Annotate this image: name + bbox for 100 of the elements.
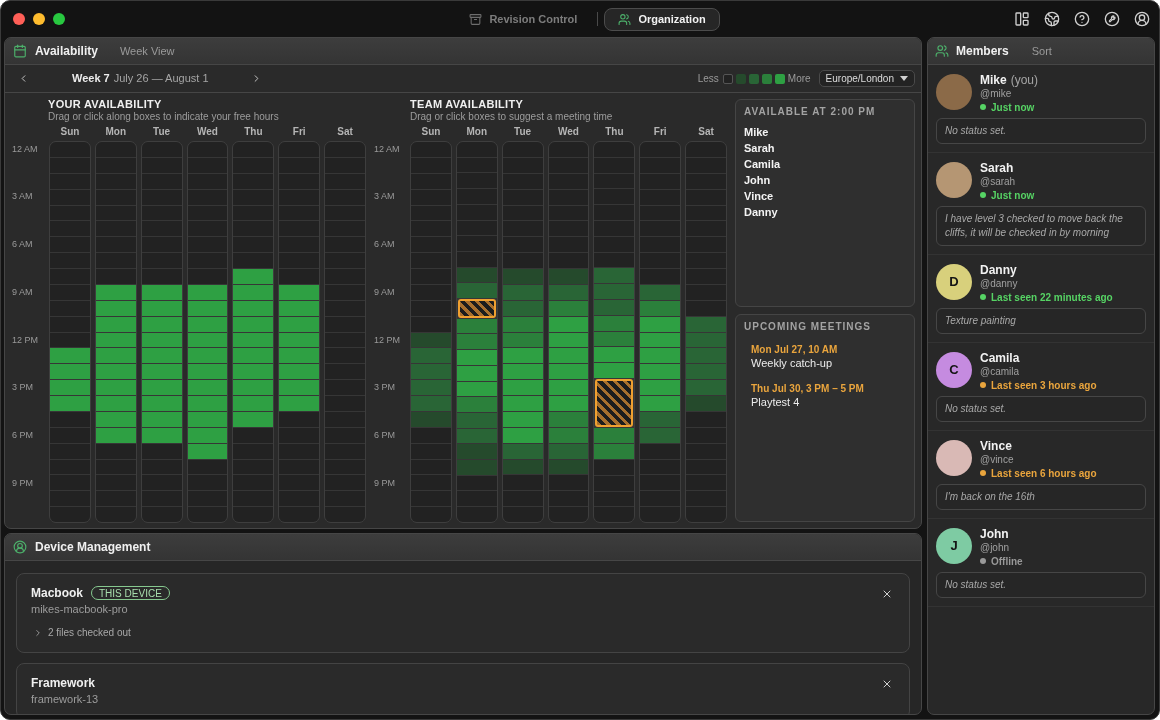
availability-slot[interactable] — [187, 221, 228, 237]
availability-slot[interactable] — [233, 491, 274, 507]
team-slot[interactable] — [640, 221, 681, 237]
team-slot[interactable] — [548, 142, 589, 157]
availability-slot[interactable] — [95, 284, 136, 300]
availability-slot[interactable] — [233, 157, 274, 173]
team-slot[interactable] — [502, 443, 543, 459]
team-slot[interactable] — [594, 491, 635, 507]
availability-slot[interactable] — [141, 269, 182, 284]
team-slot[interactable] — [594, 221, 635, 236]
team-slot[interactable] — [640, 157, 681, 173]
availability-slot[interactable] — [141, 284, 182, 300]
availability-slot[interactable] — [187, 269, 228, 284]
help-icon[interactable] — [1074, 11, 1090, 27]
availability-slot[interactable] — [141, 173, 182, 189]
team-slot[interactable] — [502, 332, 543, 348]
team-slot[interactable] — [594, 189, 635, 205]
team-slot[interactable] — [686, 348, 726, 364]
team-slot[interactable] — [456, 365, 497, 381]
availability-slot[interactable] — [141, 491, 182, 507]
sort-button[interactable]: Sort — [1031, 42, 1052, 60]
availability-slot[interactable] — [279, 396, 320, 411]
availability-slot[interactable] — [279, 157, 320, 173]
availability-slot[interactable] — [141, 300, 182, 316]
availability-slot[interactable] — [233, 443, 274, 459]
team-slot[interactable] — [640, 173, 681, 189]
team-slot[interactable] — [502, 189, 543, 205]
availability-slot[interactable] — [279, 380, 320, 395]
availability-slot[interactable] — [279, 300, 320, 316]
team-slot[interactable] — [456, 236, 497, 251]
team-slot[interactable] — [594, 347, 635, 363]
team-slot[interactable] — [502, 173, 543, 189]
team-slot[interactable] — [640, 443, 681, 459]
team-slot[interactable] — [548, 332, 589, 348]
availability-slot[interactable] — [95, 189, 136, 205]
availability-slot[interactable] — [233, 332, 274, 348]
availability-slot[interactable] — [95, 332, 136, 348]
availability-slot[interactable] — [95, 427, 136, 443]
availability-slot[interactable] — [233, 316, 274, 332]
team-slot[interactable] — [548, 157, 589, 173]
availability-slot[interactable] — [95, 364, 136, 380]
availability-slot[interactable] — [187, 237, 228, 253]
team-slot[interactable] — [686, 364, 726, 380]
team-slot[interactable] — [456, 251, 497, 267]
availability-slot[interactable] — [279, 173, 320, 189]
availability-slot[interactable] — [187, 316, 228, 332]
team-slot[interactable] — [640, 411, 681, 427]
availability-slot[interactable] — [233, 348, 274, 364]
availability-slot[interactable] — [141, 443, 182, 459]
availability-slot[interactable] — [187, 380, 228, 395]
availability-slot[interactable] — [187, 411, 228, 427]
availability-slot[interactable] — [187, 205, 228, 221]
team-slot[interactable] — [502, 253, 543, 268]
availability-slot[interactable] — [50, 348, 90, 364]
meeting-block[interactable] — [457, 299, 496, 318]
team-slot[interactable] — [686, 316, 726, 332]
availability-slot[interactable] — [187, 332, 228, 348]
team-slot[interactable] — [594, 236, 635, 252]
availability-slot[interactable] — [187, 396, 228, 411]
availability-slot[interactable] — [187, 173, 228, 189]
availability-slot[interactable] — [95, 396, 136, 411]
files-toggle[interactable]: 2 files checked out — [33, 626, 131, 640]
availability-slot[interactable] — [187, 189, 228, 205]
team-slot[interactable] — [502, 411, 543, 427]
team-slot[interactable] — [548, 189, 589, 205]
availability-slot[interactable] — [95, 205, 136, 221]
availability-slot[interactable] — [233, 396, 274, 411]
availability-slot[interactable] — [141, 189, 182, 205]
availability-slot[interactable] — [95, 475, 136, 491]
availability-slot[interactable] — [141, 427, 182, 443]
team-slot[interactable] — [548, 173, 589, 189]
team-slot[interactable] — [411, 364, 451, 380]
availability-slot[interactable] — [95, 316, 136, 332]
availability-slot[interactable] — [187, 475, 228, 491]
team-slot[interactable] — [548, 221, 589, 237]
team-slot[interactable] — [640, 205, 681, 221]
availability-slot[interactable] — [279, 411, 320, 427]
availability-slot[interactable] — [233, 284, 274, 300]
team-slot[interactable] — [594, 444, 635, 459]
team-slot[interactable] — [594, 459, 635, 475]
team-slot[interactable] — [640, 332, 681, 348]
availability-slot[interactable] — [141, 459, 182, 475]
team-slot[interactable] — [640, 269, 681, 284]
availability-slot[interactable] — [279, 427, 320, 443]
layout-icon[interactable] — [1014, 11, 1030, 27]
availability-slot[interactable] — [187, 427, 228, 443]
team-slot[interactable] — [502, 396, 543, 411]
availability-slot[interactable] — [187, 443, 228, 459]
team-slot[interactable] — [640, 459, 681, 475]
team-slot[interactable] — [594, 315, 635, 331]
availability-slot[interactable] — [187, 507, 228, 522]
availability-slot[interactable] — [141, 475, 182, 491]
availability-slot[interactable] — [187, 348, 228, 364]
team-slot[interactable] — [548, 427, 589, 443]
team-slot[interactable] — [502, 300, 543, 316]
team-slot[interactable] — [411, 348, 451, 364]
availability-slot[interactable] — [95, 300, 136, 316]
availability-slot[interactable] — [187, 284, 228, 300]
availability-slot[interactable] — [141, 411, 182, 427]
team-slot[interactable] — [640, 237, 681, 253]
